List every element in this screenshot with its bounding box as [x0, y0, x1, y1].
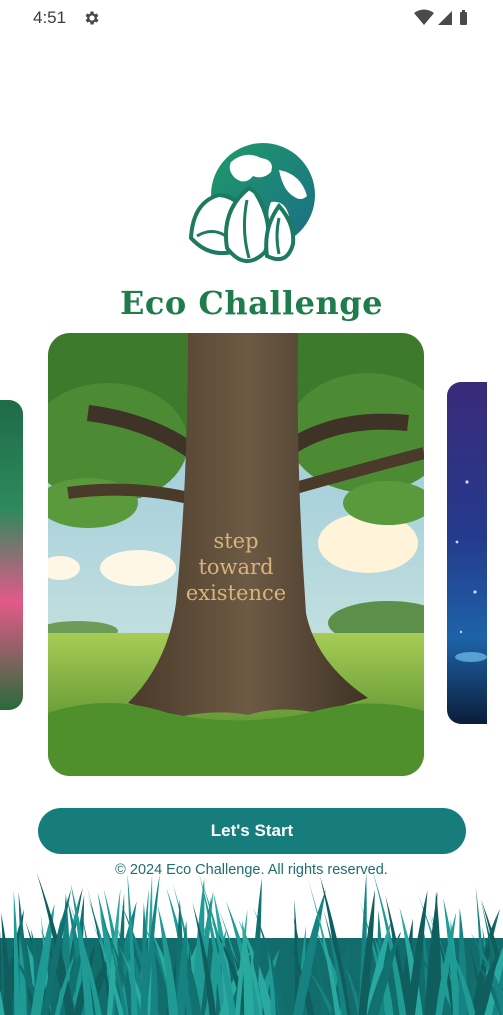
eco-globe-leaf-logo: [188, 143, 315, 263]
tree-text-line-1: step: [213, 529, 258, 553]
app-title: Eco Challenge: [120, 284, 383, 322]
grass-decoration: [0, 870, 503, 1015]
status-time: 4:51: [33, 8, 67, 27]
tree-text-line-3: existence: [186, 581, 286, 605]
wifi-icon: [414, 9, 434, 25]
tree-text-line-2: toward: [198, 555, 273, 579]
gear-icon: [85, 11, 99, 25]
carousel-card-previous[interactable]: [0, 400, 23, 710]
image-carousel[interactable]: step toward existence: [0, 330, 503, 780]
system-icons: [414, 9, 467, 25]
tree-illustration: step toward existence: [48, 333, 424, 776]
carousel-card-next[interactable]: [447, 382, 487, 724]
cell-signal-icon: [438, 11, 452, 25]
carousel-card-current[interactable]: step toward existence: [48, 333, 424, 776]
battery-icon: [460, 10, 467, 25]
status-bar: 4:51: [0, 0, 503, 36]
lets-start-button[interactable]: Let's Start: [38, 808, 466, 854]
